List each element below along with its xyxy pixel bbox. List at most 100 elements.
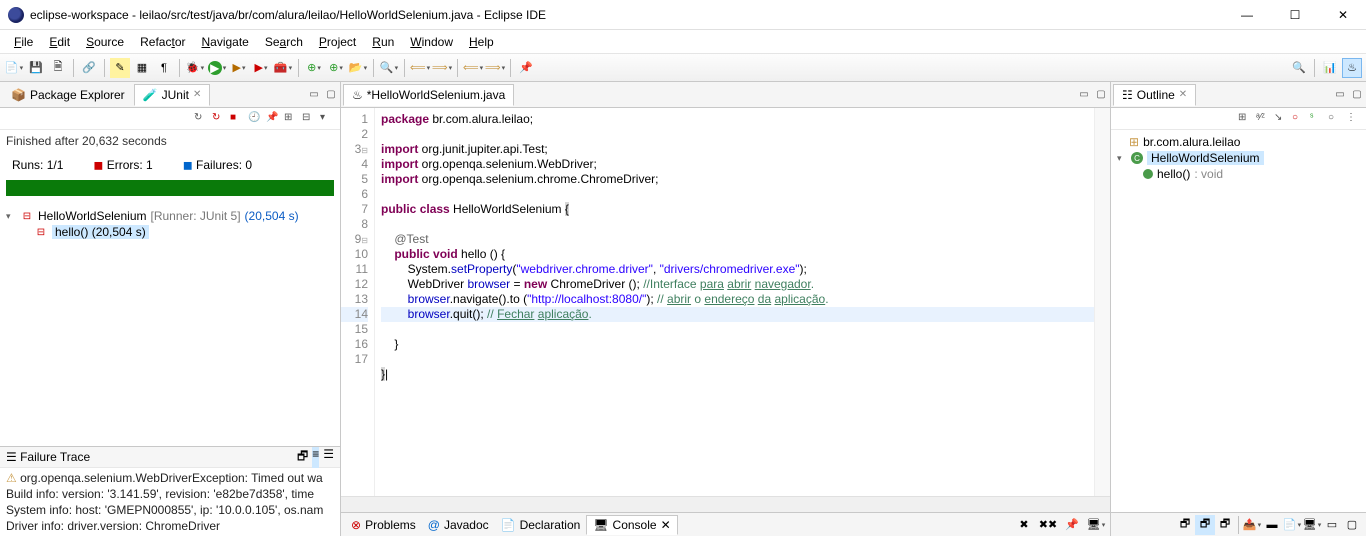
menu-search[interactable]: Search — [257, 33, 311, 51]
ext-tools-button[interactable]: 🧰 — [273, 58, 293, 78]
maximize-view-button[interactable]: ▢ — [324, 88, 338, 102]
outline-minimize-button[interactable]: ▭ — [1333, 88, 1347, 102]
outline-panel: ☷ Outline ✕ ▭ ▢ ⊞ ᵃ⁄ᶻ ↘ ○ ˢ ○ ⋮ ⊞ br.com… — [1110, 82, 1366, 536]
rerun-icon[interactable]: ↻ — [194, 112, 208, 126]
left-panel: 📦 Package Explorer 🧪 JUnit ✕ ▭ ▢ ↻ ↻ ■ 🕘… — [0, 82, 341, 536]
hide-static-icon[interactable]: ○ — [1292, 112, 1306, 126]
minimize-view-button[interactable]: ▭ — [307, 88, 321, 102]
editor-minimize-button[interactable]: ▭ — [1077, 88, 1091, 102]
editor-area: ♨ *HelloWorldSelenium.java ▭ ▢ 123⊟45678… — [341, 82, 1110, 536]
pin-editor-button[interactable]: 📌 — [516, 58, 536, 78]
tab-console[interactable]: 🖥 Console ✕ — [586, 515, 677, 535]
rb-icon-7[interactable]: 🖥 — [1302, 515, 1322, 535]
hide-fields-icon[interactable]: ↘ — [1274, 112, 1288, 126]
collapse-icon[interactable]: ⊟ — [302, 112, 316, 126]
tab-declaration[interactable]: 📄 Declaration — [495, 516, 587, 534]
rb-icon-1[interactable]: 🗗 — [1175, 515, 1195, 535]
console-pin-icon[interactable]: 📌 — [1062, 515, 1082, 535]
new-button[interactable]: 📄 — [4, 58, 24, 78]
expand-icon[interactable]: ⊞ — [284, 112, 298, 126]
annotation-next-button[interactable]: ⟹ — [432, 58, 452, 78]
trace-line[interactable]: ⚠ org.openqa.selenium.WebDriverException… — [6, 470, 334, 486]
copy-trace-icon[interactable]: ☰ — [323, 447, 334, 468]
lock-icon[interactable]: ▾ — [320, 112, 334, 126]
debug-button[interactable]: 🐞 — [185, 58, 205, 78]
save-all-button[interactable]: 🗎 — [48, 58, 68, 78]
rb-icon-4[interactable]: 📤 — [1242, 515, 1262, 535]
rb-icon-3[interactable]: 🗗 — [1215, 515, 1235, 535]
rb-max-icon[interactable]: ▢ — [1342, 515, 1362, 535]
menu-navigate[interactable]: Navigate — [193, 33, 256, 51]
annotation-prev-button[interactable]: ⟸ — [410, 58, 430, 78]
compare-icon[interactable]: 🗗 — [297, 447, 308, 468]
coverage-button[interactable]: ▶ — [229, 58, 249, 78]
horizontal-scrollbar[interactable] — [341, 496, 1110, 512]
console-display-icon[interactable]: 🖥 — [1086, 515, 1106, 535]
show-whitespace-button[interactable]: ¶ — [154, 58, 174, 78]
quick-access-button[interactable]: 🔍 — [1289, 58, 1309, 78]
hide-nonpublic-icon[interactable]: ˢ — [1310, 112, 1324, 126]
outline-maximize-button[interactable]: ▢ — [1350, 88, 1364, 102]
java-perspective-button[interactable]: ♨ — [1342, 58, 1362, 78]
tree-child[interactable]: ⊟ hello() (20,504 s) — [6, 224, 334, 240]
back-button[interactable]: ⟸ — [463, 58, 483, 78]
forward-button[interactable]: ⟹ — [485, 58, 505, 78]
junit-stats: Runs: 1/1 ◼ Errors: 1 ◼ Failures: 0 — [0, 152, 340, 178]
junit-progress — [6, 180, 334, 196]
tab-problems[interactable]: ⊗ Problems — [345, 516, 422, 534]
open-type-button[interactable]: 🔗 — [79, 58, 99, 78]
menu-run[interactable]: Run — [364, 33, 402, 51]
rerun-failed-icon[interactable]: ↻ — [212, 112, 226, 126]
stop-icon[interactable]: ■ — [230, 112, 244, 126]
open-perspective-button[interactable]: 📊 — [1320, 58, 1340, 78]
editor-maximize-button[interactable]: ▢ — [1094, 88, 1108, 102]
menu-source[interactable]: Source — [78, 33, 132, 51]
new-java-button[interactable]: ⊕ — [304, 58, 324, 78]
hide-local-icon[interactable]: ○ — [1328, 112, 1342, 126]
run-last-button[interactable]: ▶ — [251, 58, 271, 78]
history-icon[interactable]: 🕘 — [248, 112, 262, 126]
rb-icon-5[interactable]: ▬ — [1262, 515, 1282, 535]
run-button[interactable]: ▶ — [207, 58, 227, 78]
menu-file[interactable]: File — [6, 33, 41, 51]
tab-javadoc[interactable]: @ Javadoc — [422, 516, 495, 534]
console-clear-icon[interactable]: ✖ — [1014, 515, 1034, 535]
tree-root[interactable]: ▾⊟ HelloWorldSelenium [Runner: JUnit 5] … — [6, 208, 334, 224]
editor-tab[interactable]: ♨ *HelloWorldSelenium.java — [343, 84, 514, 106]
overview-ruler[interactable] — [1094, 108, 1110, 496]
rb-icon-6[interactable]: 📄 — [1282, 515, 1302, 535]
outline-menu-icon[interactable]: ⋮ — [1346, 112, 1360, 126]
rb-icon-2[interactable]: 🗗 — [1195, 515, 1215, 535]
pin-icon[interactable]: 📌 — [266, 112, 280, 126]
close-button[interactable]: ✕ — [1328, 8, 1358, 22]
rb-min-icon[interactable]: ▭ — [1322, 515, 1342, 535]
tab-package-explorer[interactable]: 📦 Package Explorer — [2, 84, 134, 106]
title-bar: eclipse-workspace - leilao/src/test/java… — [0, 0, 1366, 30]
junit-status: Finished after 20,632 seconds — [0, 130, 340, 152]
menu-refactor[interactable]: Refactor — [132, 33, 193, 51]
sort-icon[interactable]: ⊞ — [1238, 112, 1252, 126]
code-body[interactable]: package br.com.alura.leilao; import org.… — [375, 108, 1110, 496]
search-button[interactable]: 🔍 — [379, 58, 399, 78]
menu-help[interactable]: Help — [461, 33, 502, 51]
save-button[interactable]: 💾 — [26, 58, 46, 78]
tab-outline[interactable]: ☷ Outline ✕ — [1113, 84, 1196, 106]
toggle-mark-button[interactable]: ✎ — [110, 58, 130, 78]
line-gutter: 123⊟456789⊟1011121314151617 — [341, 108, 375, 496]
minimize-button[interactable]: — — [1232, 8, 1262, 22]
open-task-button[interactable]: 📂 — [348, 58, 368, 78]
code-editor[interactable]: 123⊟456789⊟1011121314151617 package br.c… — [341, 108, 1110, 496]
new-package-button[interactable]: ⊕ — [326, 58, 346, 78]
maximize-button[interactable]: ☐ — [1280, 8, 1310, 22]
outline-method[interactable]: hello() : void — [1117, 166, 1360, 182]
outline-class[interactable]: ▾C HelloWorldSelenium — [1117, 150, 1360, 166]
tab-junit[interactable]: 🧪 JUnit ✕ — [134, 84, 211, 106]
menu-window[interactable]: Window — [402, 33, 461, 51]
console-remove-all-icon[interactable]: ✖✖ — [1038, 515, 1058, 535]
menu-project[interactable]: Project — [311, 33, 364, 51]
outline-package[interactable]: ⊞ br.com.alura.leilao — [1117, 134, 1360, 150]
filter-icon[interactable]: ≡ — [312, 447, 319, 468]
alpha-sort-icon[interactable]: ᵃ⁄ᶻ — [1256, 112, 1270, 126]
block-select-button[interactable]: ▦ — [132, 58, 152, 78]
menu-edit[interactable]: Edit — [41, 33, 78, 51]
